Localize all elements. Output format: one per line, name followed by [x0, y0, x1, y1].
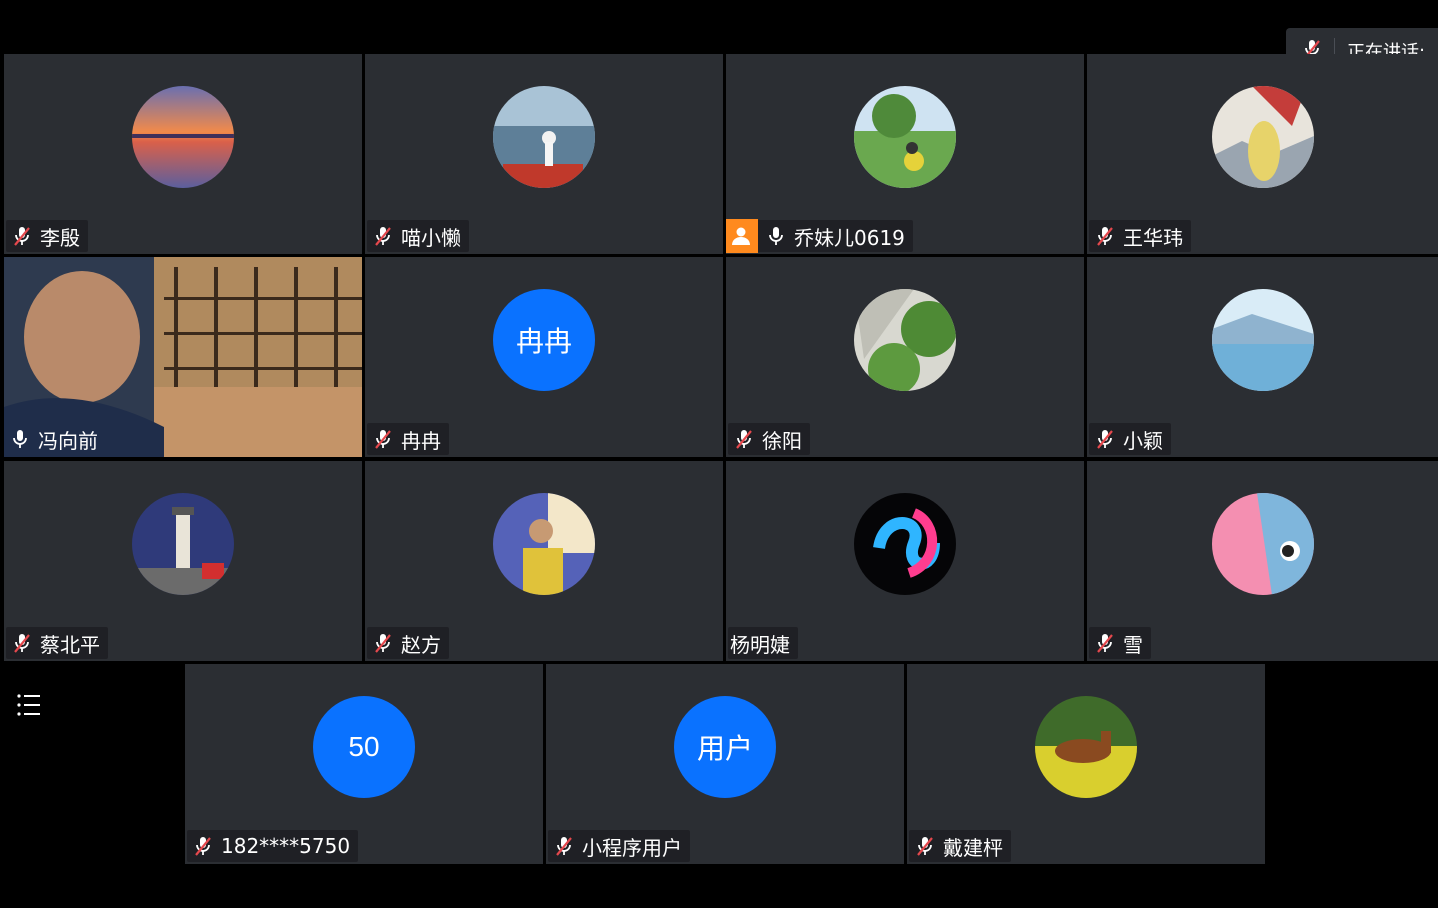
host-person-icon	[726, 219, 758, 253]
participant-name-tag: 王华玮	[1089, 220, 1191, 252]
participant-name: 小颖	[1123, 428, 1163, 453]
participant-name-tag: 喵小懒	[367, 220, 469, 252]
participant-name: 小程序用户	[582, 835, 682, 860]
avatar	[132, 86, 234, 188]
avatar	[854, 493, 956, 595]
participant-name-tag: 杨明婕	[728, 627, 798, 659]
participant-name: 杨明婕	[730, 632, 790, 657]
participant-tile[interactable]: 用户 小程序用户	[546, 664, 904, 864]
participant-name: 李殷	[40, 225, 80, 250]
mic-muted-icon[interactable]	[10, 631, 34, 655]
participant-name-tag: 乔妹儿0619	[726, 219, 913, 253]
mic-muted-icon[interactable]	[1093, 427, 1117, 451]
participant-name: 王华玮	[1123, 225, 1183, 250]
participant-name-tag: 雪	[1089, 627, 1151, 659]
participant-name: 冯向前	[38, 428, 98, 453]
mic-icon[interactable]	[764, 224, 788, 248]
participant-tile[interactable]: 喵小懒	[365, 54, 723, 254]
avatar	[493, 493, 595, 595]
mic-muted-icon[interactable]	[371, 427, 395, 451]
participant-name: 雪	[1123, 632, 1143, 657]
participant-name-tag: 182****5750	[187, 830, 359, 862]
avatar	[493, 86, 595, 188]
participant-name-tag: 戴建枰	[909, 830, 1011, 862]
mic-muted-icon[interactable]	[732, 427, 756, 451]
participant-name: 徐阳	[762, 428, 802, 453]
participant-tile[interactable]: 杨明婕	[726, 461, 1084, 661]
mic-muted-icon[interactable]	[913, 834, 937, 858]
mic-muted-icon[interactable]	[1093, 224, 1117, 248]
text-avatar: 冉冉	[493, 289, 595, 391]
participant-tile[interactable]: 乔妹儿0619	[726, 54, 1084, 254]
participant-tile[interactable]: 雪	[1087, 461, 1438, 661]
participant-name: 戴建枰	[943, 835, 1003, 860]
avatar	[1211, 86, 1314, 188]
participant-name: 赵方	[401, 632, 441, 657]
participant-tile[interactable]: 赵方	[365, 461, 723, 661]
participant-tile[interactable]: 王华玮	[1087, 54, 1438, 254]
participant-name-tag: 小颖	[1089, 423, 1171, 455]
participant-tile[interactable]: 戴建枰	[907, 664, 1265, 864]
participant-video-tile[interactable]: 冯向前	[4, 257, 362, 457]
mic-muted-icon[interactable]	[191, 834, 215, 858]
list-menu-icon[interactable]	[14, 690, 44, 720]
avatar	[132, 493, 234, 595]
mic-icon[interactable]	[8, 427, 32, 451]
participant-name: 冉冉	[401, 428, 441, 453]
avatar	[854, 86, 956, 188]
participant-name-tag: 冯向前	[6, 423, 106, 455]
participant-name-tag: 徐阳	[728, 423, 810, 455]
mic-muted-icon[interactable]	[371, 224, 395, 248]
mic-muted-icon[interactable]	[552, 834, 576, 858]
participant-name-tag: 冉冉	[367, 423, 449, 455]
text-avatar: 用户	[674, 696, 776, 798]
participant-tile[interactable]: 徐阳	[726, 257, 1084, 457]
participant-name-tag: 赵方	[367, 627, 449, 659]
mic-muted-icon[interactable]	[1093, 631, 1117, 655]
participant-tile[interactable]: 小颖	[1087, 257, 1438, 457]
participant-tile[interactable]: 李殷	[4, 54, 362, 254]
avatar	[1211, 289, 1314, 391]
avatar	[1035, 696, 1137, 798]
avatar	[1211, 493, 1314, 595]
participant-tile[interactable]: 蔡北平	[4, 461, 362, 661]
participant-name: 乔妹儿0619	[794, 225, 905, 250]
avatar	[854, 289, 956, 391]
mic-muted-icon[interactable]	[371, 631, 395, 655]
participant-tile[interactable]: 50 182****5750	[185, 664, 543, 864]
participant-name-tag: 蔡北平	[6, 627, 108, 659]
text-avatar: 50	[313, 696, 415, 798]
participant-name-tag: 李殷	[6, 220, 88, 252]
mic-muted-icon[interactable]	[10, 224, 34, 248]
participant-name: 182****5750	[221, 834, 351, 858]
participant-name: 蔡北平	[40, 632, 100, 657]
participant-name-tag: 小程序用户	[548, 830, 690, 862]
participant-tile[interactable]: 冉冉 冉冉	[365, 257, 723, 457]
participant-name: 喵小懒	[401, 225, 461, 250]
